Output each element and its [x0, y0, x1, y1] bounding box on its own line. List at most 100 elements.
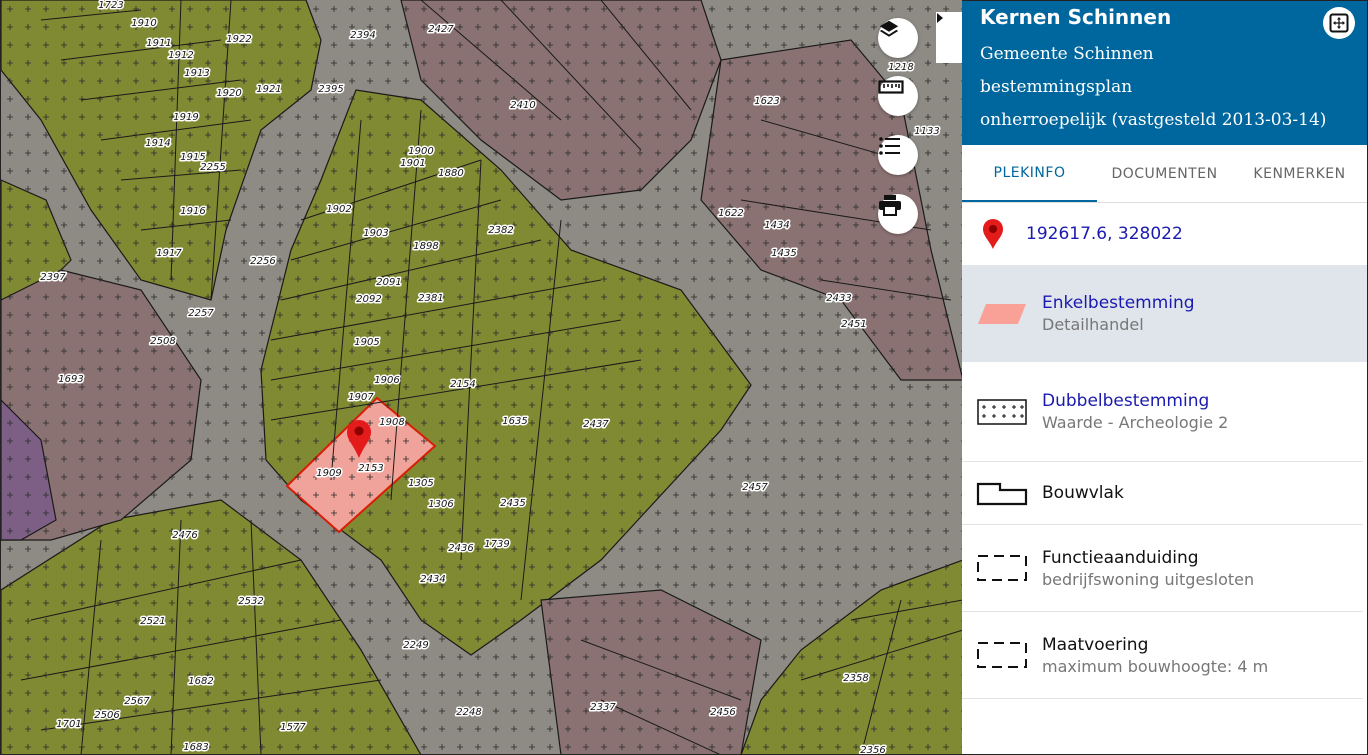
parcel-number-label: 1898 [413, 241, 438, 252]
parcel-number-label: 1906 [374, 375, 399, 386]
legend-row-functieaanduiding[interactable]: Functieaanduiding bedrijfswoning uitgesl… [962, 525, 1363, 612]
parcel-number-label: 1434 [764, 220, 789, 231]
map-view[interactable]: 1723 1910 1911 1912 1913 1922 1920 1921 1919 1914… [0, 0, 962, 755]
parcel-number-label: 1911 [146, 38, 171, 49]
parcel-number-label: 1577 [280, 722, 306, 733]
plan-status-label: onherroepelijk (vastgesteld 2013-03-14) [980, 110, 1327, 130]
parcel-number-label: 2249 [403, 640, 428, 651]
parcel-number-label: 2433 [826, 293, 851, 304]
panel-title: Kernen Schinnen [980, 5, 1172, 29]
parcel-number-label: 1922 [226, 34, 251, 45]
parcel-number-label: 1635 [502, 416, 527, 427]
parcel-number-label: 2255 [200, 162, 225, 173]
parcel-number-label: 1880 [438, 168, 463, 179]
parcel-number-label: 2456 [710, 707, 735, 718]
fullscreen-button[interactable] [1323, 7, 1355, 39]
parcel-number-label: 1905 [354, 337, 379, 348]
parcel-number-label: 1916 [180, 206, 205, 217]
info-panel: Kernen Schinnen Gemeente Schinnen bestem… [962, 0, 1368, 755]
legend-row-dubbelbestemming[interactable]: Dubbelbestemming Waarde - Archeologie 2 [962, 362, 1363, 462]
map-canvas[interactable]: 1723 1910 19111912 1913 1922 1920 1921 1919 1914… [1, 0, 962, 755]
print-button[interactable] [878, 194, 918, 234]
coordinates-value[interactable]: 192617.6, 328022 [1026, 224, 1183, 244]
dubbelbestemming-symbol [976, 397, 1028, 427]
parcel-number-label: 2451 [841, 319, 866, 330]
parcel-number-label: 1913 [184, 68, 209, 79]
parcel-number-label: 1306 [428, 499, 453, 510]
parcel-number-label: 2257 [188, 308, 214, 319]
parcel-number-label: 1622 [718, 208, 743, 219]
municipality-label: Gemeente Schinnen [980, 44, 1154, 64]
parcel-number-label: 1902 [326, 204, 351, 215]
parcel-number-label: 1623 [754, 96, 779, 107]
parcel-number-label: 2427 [428, 24, 454, 35]
parcel-number-label: 1903 [363, 228, 388, 239]
parcel-number-label: 1723 [98, 0, 123, 11]
parcel-number-label: 1909 [316, 468, 341, 479]
parcel-number-label: 1218 [888, 62, 913, 73]
legend-row-bouwvlak[interactable]: Bouwvlak [962, 462, 1363, 525]
parcel-number-label: 1919 [173, 112, 198, 123]
maatvoering-symbol [976, 640, 1028, 670]
legend-row-maatvoering[interactable]: Maatvoering maximum bouwhoogte: 4 m [962, 612, 1363, 699]
caret-right-icon [937, 13, 943, 23]
collapse-panel-button[interactable] [936, 12, 962, 63]
parcel-number-label: 2434 [420, 574, 445, 585]
parcel-number-label: 1908 [379, 417, 404, 428]
parcel-number-label: 1910 [131, 18, 156, 29]
parcel-number-label: 1920 [216, 88, 241, 99]
enkelbestemming-symbol [976, 299, 1028, 329]
parcel-number-label: 2395 [318, 84, 343, 95]
legend-title[interactable]: Enkelbestemming [1042, 293, 1195, 313]
parcel-number-label: 2532 [238, 596, 263, 607]
legend-title[interactable]: Dubbelbestemming [1042, 391, 1228, 411]
parcel-number-label: 1921 [256, 84, 281, 95]
parcel-number-label: 2457 [742, 482, 768, 493]
measure-button[interactable] [878, 76, 918, 116]
coordinate-row: 192617.6, 328022 [962, 203, 1367, 265]
parcel-number-label: 2521 [140, 616, 165, 627]
ruler-icon [878, 80, 904, 94]
parcel-number-label: 1912 [168, 50, 193, 61]
parcel-number-label: 1133 [914, 126, 939, 137]
parcel-number-label: 2248 [456, 707, 481, 718]
parcel-number-label: 1739 [484, 539, 509, 550]
legend-subtitle: Waarde - Archeologie 2 [1042, 413, 1229, 432]
parcel-number-label: 2567 [124, 696, 150, 707]
parcel-number-label: 1683 [183, 742, 208, 753]
layers-button[interactable] [878, 18, 918, 58]
parcel-number-label: 2153 [358, 463, 383, 474]
tab-kenmerken[interactable]: KENMERKEN [1232, 145, 1367, 202]
location-pin-icon [983, 219, 1003, 249]
legend-subtitle: bedrijfswoning uitgesloten [1042, 569, 1255, 589]
parcel-number-label: 1305 [408, 478, 433, 489]
parcel-number-label: 2337 [590, 702, 616, 713]
parcel-number-label: 2476 [172, 530, 197, 541]
parcel-number-label: 2508 [150, 336, 175, 347]
tab-plekinfo[interactable]: PLEKINFO [962, 145, 1097, 202]
parcel-number-label: 2436 [448, 543, 473, 554]
parcel-number-label: 2382 [488, 225, 513, 236]
archeology-pattern [1, 0, 962, 754]
legend-row-enkelbestemming[interactable]: Enkelbestemming Detailhandel [962, 265, 1367, 362]
legend-title: Maatvoering [1042, 634, 1149, 655]
list-icon [879, 137, 900, 155]
tab-documenten[interactable]: DOCUMENTEN [1097, 145, 1232, 202]
legend-title: Bouwvlak [1042, 483, 1124, 503]
parcel-number-label: 1901 [400, 158, 425, 169]
parcel-number-label: 2435 [500, 498, 525, 509]
parcel-number-label: 2437 [583, 419, 609, 430]
legend-button[interactable] [878, 135, 918, 175]
parcel-number-label: 2410 [510, 100, 535, 111]
parcel-number-label: 1682 [188, 676, 213, 687]
parcel-number-label: 2256 [250, 256, 275, 267]
parcel-number-label: 2381 [418, 293, 443, 304]
fullscreen-icon [1329, 13, 1349, 33]
printer-icon [879, 195, 901, 216]
parcel-number-label: 2091 [376, 277, 401, 288]
parcel-number-label: 1907 [348, 392, 374, 403]
legend-subtitle: Detailhandel [1042, 315, 1144, 334]
plan-type-label: bestemmingsplan [980, 77, 1133, 97]
parcel-number-label: 1435 [771, 248, 796, 259]
parcel-number-label: 1914 [145, 138, 170, 149]
